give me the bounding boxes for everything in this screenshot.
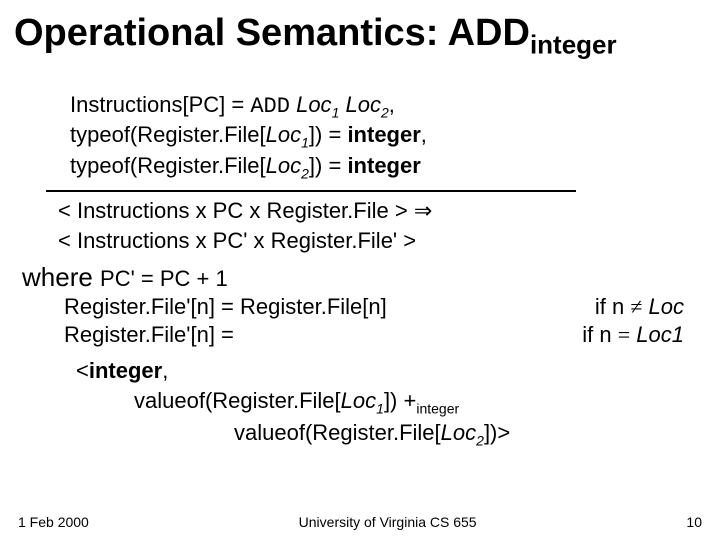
eq-icon: = bbox=[618, 322, 630, 347]
loc: Loc bbox=[341, 388, 376, 413]
rf-equation: Register.File'[n] = bbox=[64, 321, 234, 350]
rf-condition: if n = Loc1 bbox=[582, 321, 684, 350]
text: ]) + bbox=[384, 388, 416, 413]
loc-sub: 2 bbox=[381, 104, 389, 120]
where-clause: where PC' = PC + 1 bbox=[22, 262, 706, 293]
premise-line-1: Instructions[PC] = ADD Loc1 Loc2, bbox=[70, 91, 706, 122]
register-file-case-2: Register.File'[n] = if n = Loc1 bbox=[64, 321, 684, 350]
inference-conclusion: < Instructions x PC x Register.File > ⇒ … bbox=[58, 196, 706, 255]
text: ])> bbox=[484, 420, 510, 445]
op-sub: integer bbox=[416, 400, 459, 416]
value-line-3: valueof(Register.File[Loc2])> bbox=[234, 418, 706, 450]
loc: Loc bbox=[642, 294, 684, 319]
loc-sub: 2 bbox=[301, 165, 309, 181]
text: , bbox=[421, 122, 427, 147]
text: , bbox=[162, 358, 168, 383]
loc: Loc bbox=[290, 92, 332, 117]
neq-icon: ≠ bbox=[630, 294, 642, 319]
where-label: where bbox=[22, 262, 100, 292]
text: < Instructions x PC x Register.File > bbox=[58, 198, 414, 223]
loc-sub: 2 bbox=[476, 432, 484, 448]
text: valueof(Register.File[ bbox=[134, 388, 341, 413]
text: if n bbox=[595, 294, 630, 319]
value-line-2: valueof(Register.File[Loc1]) +integer bbox=[134, 386, 706, 418]
loc: Loc bbox=[266, 153, 301, 178]
loc-sub: 1 bbox=[376, 400, 384, 416]
rf-equation: Register.File'[n] = Register.File[n] bbox=[64, 293, 387, 322]
type: integer bbox=[347, 122, 420, 147]
opcode: ADD bbox=[250, 94, 290, 119]
slide-footer: 1 Feb 2000 University of Virginia CS 655… bbox=[18, 514, 702, 530]
conclusion-line-1: < Instructions x PC x Register.File > ⇒ bbox=[58, 196, 706, 226]
value-expression: <integer, valueof(Register.File[Loc1]) +… bbox=[14, 356, 706, 450]
loc-sub: 1 bbox=[301, 135, 309, 151]
loc: Loc bbox=[339, 92, 381, 117]
type: integer bbox=[347, 153, 420, 178]
footer-date: 1 Feb 2000 bbox=[18, 514, 89, 530]
text: typeof(Register.File[ bbox=[70, 122, 266, 147]
register-file-case-1: Register.File'[n] = Register.File[n] if … bbox=[64, 293, 684, 322]
inference-divider bbox=[46, 190, 576, 192]
arrow-icon: ⇒ bbox=[414, 198, 432, 223]
title-main: Operational Semantics: ADD bbox=[14, 12, 530, 54]
text: ]) = bbox=[309, 122, 348, 147]
footer-page-number: 10 bbox=[686, 514, 702, 530]
premise-line-2: typeof(Register.File[Loc1]) = integer, bbox=[70, 121, 706, 152]
text: typeof(Register.File[ bbox=[70, 153, 266, 178]
text: ]) = bbox=[309, 153, 348, 178]
text: if n bbox=[582, 322, 617, 347]
loc-sub: 1 bbox=[672, 322, 684, 347]
text: < bbox=[76, 358, 89, 383]
premise-line-3: typeof(Register.File[Loc2]) = integer bbox=[70, 152, 706, 183]
rf-condition: if n ≠ Loc bbox=[595, 293, 684, 322]
text: valueof(Register.File[ bbox=[234, 420, 441, 445]
inference-premise: Instructions[PC] = ADD Loc1 Loc2, typeof… bbox=[70, 91, 706, 183]
footer-center: University of Virginia CS 655 bbox=[89, 514, 687, 530]
value-line-1: <integer, bbox=[76, 356, 706, 386]
conclusion-line-2: < Instructions x PC' x Register.File' > bbox=[58, 226, 706, 256]
text: Instructions[PC] = bbox=[70, 92, 250, 117]
loc: Loc bbox=[630, 322, 672, 347]
text: , bbox=[389, 92, 395, 117]
type: integer bbox=[89, 358, 162, 383]
slide-title: Operational Semantics: ADDinteger bbox=[14, 12, 706, 61]
title-sub: integer bbox=[530, 30, 617, 60]
loc: Loc bbox=[441, 420, 476, 445]
pc-definition: PC' = PC + 1 bbox=[100, 266, 228, 291]
loc: Loc bbox=[266, 122, 301, 147]
